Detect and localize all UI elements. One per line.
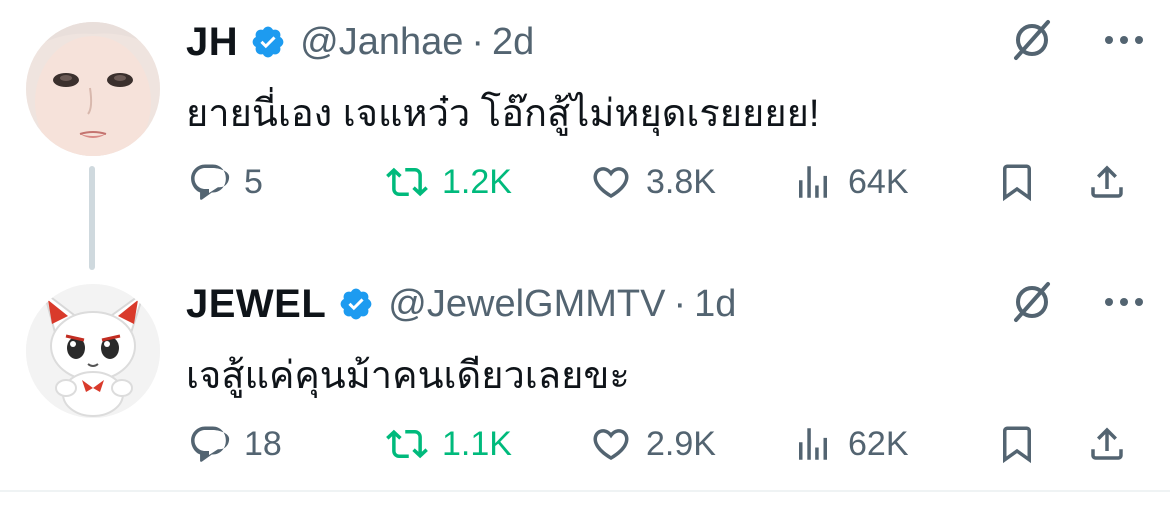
verified-badge-icon [340,288,372,320]
user-photo-avatar [26,22,160,156]
retweet-icon [386,167,428,197]
retweet-count: 1.1K [442,424,512,463]
heart-icon [593,167,629,199]
tweet-header: JEWEL @JewelGMMTV · 1d [186,276,736,332]
views-button[interactable]: 64K [792,158,909,206]
share-icon [1091,165,1123,198]
separator-dot: · [673,282,687,325]
reply-count: 18 [244,424,282,463]
tweet-text: เจสู้แค่คุนม้าคนเดียวเลยขะ [186,355,630,397]
views-count: 62K [848,424,909,463]
display-name[interactable]: JEWEL [186,282,326,327]
avatar[interactable] [26,284,160,418]
like-count: 2.9K [646,424,716,463]
tweet-actions: 5 1.2K 3.8K 64K [186,158,1146,206]
divider [0,490,1170,492]
retweet-count: 1.2K [442,162,512,201]
user-handle[interactable]: @Janhae [300,21,463,64]
like-count: 3.8K [646,162,716,201]
grok-icon[interactable] [1010,18,1054,62]
share-icon [1091,427,1123,460]
more-options-icon[interactable] [1104,296,1144,308]
plush-toy-avatar [26,284,160,418]
user-handle[interactable]: @JewelGMMTV [388,283,665,326]
verified-badge-icon [252,26,284,58]
bookmark-button[interactable] [996,158,1038,206]
tweet[interactable]: JH @Janhae · 2d ยายนี่เอง เจแหว๋ว โอ๊กสู… [0,0,1170,230]
retweet-icon [386,429,428,459]
avatar[interactable] [26,22,160,156]
views-count: 64K [848,162,909,201]
display-name[interactable]: JH [186,20,238,65]
retweet-button[interactable]: 1.1K [386,420,512,468]
share-button[interactable] [1086,158,1128,206]
tweet-actions: 18 1.1K 2.9K 62K [186,420,1146,468]
more-options-icon[interactable] [1104,34,1144,46]
reply-count: 5 [244,162,263,201]
timestamp[interactable]: 1d [694,283,736,326]
share-button[interactable] [1086,420,1128,468]
heart-icon [593,429,629,461]
reply-icon [191,426,230,462]
reply-button[interactable]: 5 [188,158,263,206]
views-chart-icon [799,428,827,460]
reply-button[interactable]: 18 [188,420,282,468]
grok-icon[interactable] [1010,280,1054,324]
reply-icon [191,164,230,200]
like-button[interactable]: 2.9K [590,420,716,468]
tweet-menu-area [1010,280,1144,324]
separator-dot: · [471,20,485,63]
bookmark-icon [1003,164,1031,202]
tweet[interactable]: JEWEL @JewelGMMTV · 1d เจสู้แค่คุนม้าคนเ… [0,262,1170,492]
tweet-text: ยายนี่เอง เจแหว๋ว โอ๊กสู้ไม่หยุดเรยยยย! [186,93,820,135]
tweet-menu-area [1010,18,1144,62]
like-button[interactable]: 3.8K [590,158,716,206]
views-chart-icon [799,166,827,198]
views-button[interactable]: 62K [792,420,909,468]
retweet-button[interactable]: 1.2K [386,158,512,206]
bookmark-button[interactable] [996,420,1038,468]
tweet-header: JH @Janhae · 2d [186,14,534,70]
bookmark-icon [1003,426,1031,464]
timestamp[interactable]: 2d [492,21,534,64]
